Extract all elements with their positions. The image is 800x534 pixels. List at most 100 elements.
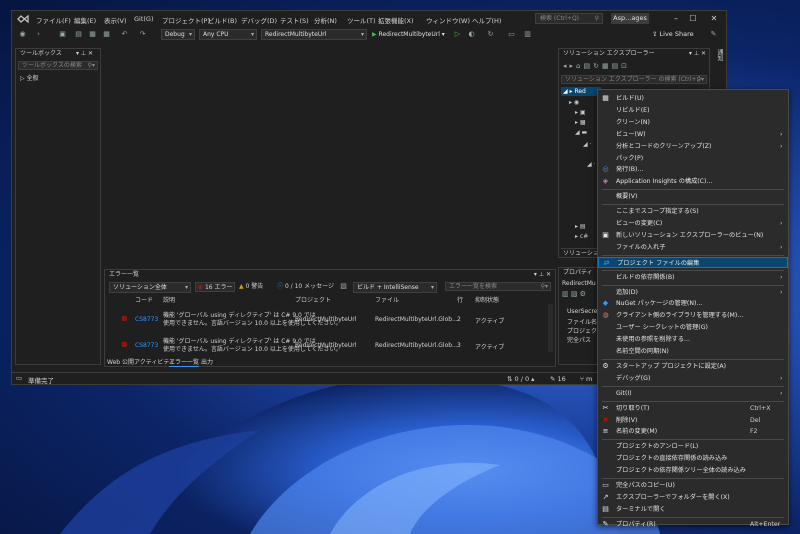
bottom-tab[interactable]: 出力 <box>201 357 213 366</box>
tree-item[interactable]: ▸ ◉ <box>569 99 579 107</box>
solution-explorer-search-input[interactable]: ソリューション エクスプローラー の検索 (Ctrl+;) ⚲▾ <box>561 75 707 84</box>
context-menu-item[interactable]: ◈ Application Insights の構成(C)... <box>598 176 788 187</box>
error-column-header[interactable]: 行 <box>457 295 463 304</box>
menu-item[interactable]: 拡張機能(X) <box>378 15 414 25</box>
error-column-header[interactable]: ファイル <box>375 295 399 304</box>
context-menu-item[interactable]: ▭ 完全パスのコピー(U) <box>598 480 788 491</box>
tree-item[interactable]: ▸ ▦ <box>575 119 586 127</box>
refresh-icon[interactable]: ↻ <box>486 30 495 39</box>
context-menu-item[interactable]: 名前空間の同期(N) <box>598 346 788 357</box>
redo-icon[interactable]: ↷ <box>138 30 147 39</box>
notifications-side-tab[interactable]: 通知 <box>714 49 724 89</box>
solution-root-item[interactable]: ◢ ▸ Red <box>561 87 601 96</box>
new-project-icon[interactable]: ▣ <box>58 30 67 39</box>
property-row[interactable]: 完全パス <box>567 335 591 344</box>
context-menu-item[interactable]: デバッグ(G) › <box>598 373 788 384</box>
hot-reload-icon[interactable]: ◐ <box>467 30 476 39</box>
context-menu-item[interactable]: ✂ 切り取り(T) Ctrl+X <box>598 403 788 414</box>
menu-item[interactable]: プロジェクト(P) <box>162 15 210 25</box>
feedback-icon[interactable]: ✎ <box>709 30 718 39</box>
tree-item[interactable]: ◢ ▬ <box>575 129 587 137</box>
context-menu-item[interactable]: ⇄ プロジェクト ファイルの編集 <box>598 256 788 268</box>
error-list-scrollbar[interactable] <box>548 304 553 352</box>
context-menu-item[interactable]: ビュー(W) › <box>598 129 788 140</box>
error-column-header[interactable]: プロジェクト <box>295 295 331 304</box>
menu-item[interactable]: ウィンドウ(W) <box>426 15 470 25</box>
menu-item[interactable]: デバッグ(D) <box>241 15 277 25</box>
errors-filter-button[interactable]: ⊗ 16 エラー <box>195 282 235 292</box>
error-row[interactable]: ⊗ CS8773 機能 'グローバル using ディレクティブ' は C# 9.0… <box>105 310 545 334</box>
open-folder-icon[interactable]: ▤ <box>74 30 83 39</box>
save-icon[interactable]: ▦ <box>88 30 97 39</box>
context-menu-item[interactable]: 概要(V) <box>598 191 788 202</box>
context-menu-item[interactable]: ↗ エクスプローラーでフォルダーを開く(X) <box>598 492 788 503</box>
tree-item[interactable]: ▸ ▤ <box>575 223 586 231</box>
run-without-debug-icon[interactable]: ▷ <box>453 30 462 39</box>
context-menu-item[interactable]: ユーザー シークレットの管理(G) <box>598 322 788 333</box>
forward-icon[interactable]: › <box>34 30 43 39</box>
minimize-icon[interactable]: – <box>669 13 683 24</box>
menu-item[interactable]: 編集(E) <box>74 15 96 25</box>
context-menu-item[interactable]: ⚙ スタートアップ プロジェクトに設定(A) <box>598 361 788 372</box>
context-menu-item[interactable]: ビルドの依存関係(B) › <box>598 272 788 283</box>
error-column-header[interactable]: コード <box>135 295 153 304</box>
error-list-pin-icon[interactable]: ▾ ⊥ ✕ <box>534 271 551 278</box>
layout-icon[interactable]: ▥ <box>523 30 532 39</box>
context-menu-item[interactable]: ▤ ターミナルで開く <box>598 504 788 515</box>
bottom-tab[interactable]: エラー一覧 <box>169 357 200 367</box>
solution-explorer-pin-icon[interactable]: ▾ ⊥ ✕ <box>689 50 706 57</box>
tree-item[interactable]: ◢ · <box>583 141 591 149</box>
startup-project-select[interactable]: RedirectMultibyteUrl ▾ <box>261 29 367 40</box>
menu-item[interactable]: ビルド(B) <box>208 15 237 25</box>
warnings-filter-button[interactable]: ▲ 0 警告 <box>239 282 263 292</box>
toolbox-search-input[interactable]: ツールボックスの検索 ⚲▾ <box>18 61 98 70</box>
maximize-icon[interactable]: ☐ <box>686 13 700 24</box>
filter-icon[interactable]: ▨ <box>339 282 348 291</box>
menu-item[interactable]: ツール(T) <box>347 15 376 25</box>
menu-item[interactable]: 表示(V) <box>104 15 127 25</box>
menu-item[interactable]: 分析(N) <box>314 15 337 25</box>
menu-item[interactable]: ファイル(F) <box>36 15 71 25</box>
messages-filter-button[interactable]: ⓘ 0 / 10 メッセージ <box>277 282 334 292</box>
undo-icon[interactable]: ↶ <box>120 30 129 39</box>
context-menu-item[interactable]: ◎ 発行(B)... <box>598 164 788 175</box>
context-menu-item[interactable]: パック(P) <box>598 153 788 164</box>
context-menu-item[interactable]: プロジェクトの依存関係ツリー全体の読み込み <box>598 465 788 476</box>
tree-item[interactable]: ▸ c# <box>575 233 588 241</box>
solution-explorer-toolbar[interactable]: ◂▸⌂▤↻▦▤⊡ <box>563 62 630 70</box>
tree-item[interactable]: ◢ · <box>587 161 595 169</box>
configuration-select[interactable]: Debug ▾ <box>161 29 195 40</box>
context-menu-item[interactable]: Git(I) › <box>598 388 788 399</box>
context-menu-item[interactable]: ビューの変更(C) › <box>598 218 788 229</box>
error-scope-select[interactable]: ソリューション全体 ▾ <box>109 282 191 293</box>
context-menu-item[interactable]: ◆ NuGet パッケージの管理(N)... <box>598 298 788 309</box>
context-menu-item[interactable]: ◍ クライアント側のライブラリを管理する(M)... <box>598 310 788 321</box>
toolbox-pin-icon[interactable]: ▾ ⊥ ✕ <box>76 50 93 57</box>
toolbox-group-general[interactable]: ▷ 全般 <box>20 73 39 82</box>
run-button[interactable]: ▶ RedirectMultibyteUrl ▾ <box>372 30 452 40</box>
context-menu-item[interactable]: プロジェクトのアンロード(L) <box>598 441 788 452</box>
properties-toolbar[interactable]: ▥ ▨ ⚙ <box>562 290 586 298</box>
property-row[interactable]: UserSecre <box>567 308 598 315</box>
context-menu-item[interactable]: プロジェクトの直接依存関係の読み込み <box>598 453 788 464</box>
context-menu-item[interactable]: 未使用の参照を削除する... <box>598 334 788 345</box>
close-icon[interactable]: ✕ <box>707 13 721 24</box>
context-menu-item[interactable]: ここまでスコープ指定する(S) <box>598 206 788 217</box>
updown-indicator[interactable]: ⇅ 0 / 0 ▴ <box>507 375 534 383</box>
git-branch-icon[interactable]: ⑂ m <box>580 375 592 383</box>
edits-indicator[interactable]: ✎ 16 <box>550 375 566 383</box>
context-menu-item[interactable]: ファイルの入れ子 › <box>598 242 788 253</box>
context-menu-item[interactable]: ✎ プロパティ(R) Alt+Enter <box>598 519 788 530</box>
error-list-search-input[interactable]: エラー一覧を検索 ⚲▾ <box>445 282 551 291</box>
context-menu-item[interactable]: ▣ 新しいソリューション エクスプローラーのビュー(N) <box>598 230 788 241</box>
bottom-tab[interactable]: Web 公開アクティビティ <box>107 357 175 366</box>
search-input[interactable]: 検索 (Ctrl+Q) ⚲ <box>535 13 603 24</box>
menu-item[interactable]: テスト(S) <box>280 15 309 25</box>
build-filter-select[interactable]: ビルド + IntelliSense ▾ <box>353 282 437 293</box>
menu-item[interactable]: Git(G) <box>134 15 154 23</box>
error-column-header[interactable]: 抑制状態 <box>475 295 499 304</box>
browser-link-icon[interactable]: ▭ <box>507 30 516 39</box>
context-menu-item[interactable]: ≡ 名前の変更(M) F2 <box>598 426 788 437</box>
save-all-icon[interactable]: ▦ <box>102 30 111 39</box>
menu-item[interactable]: ヘルプ(H) <box>472 15 501 25</box>
